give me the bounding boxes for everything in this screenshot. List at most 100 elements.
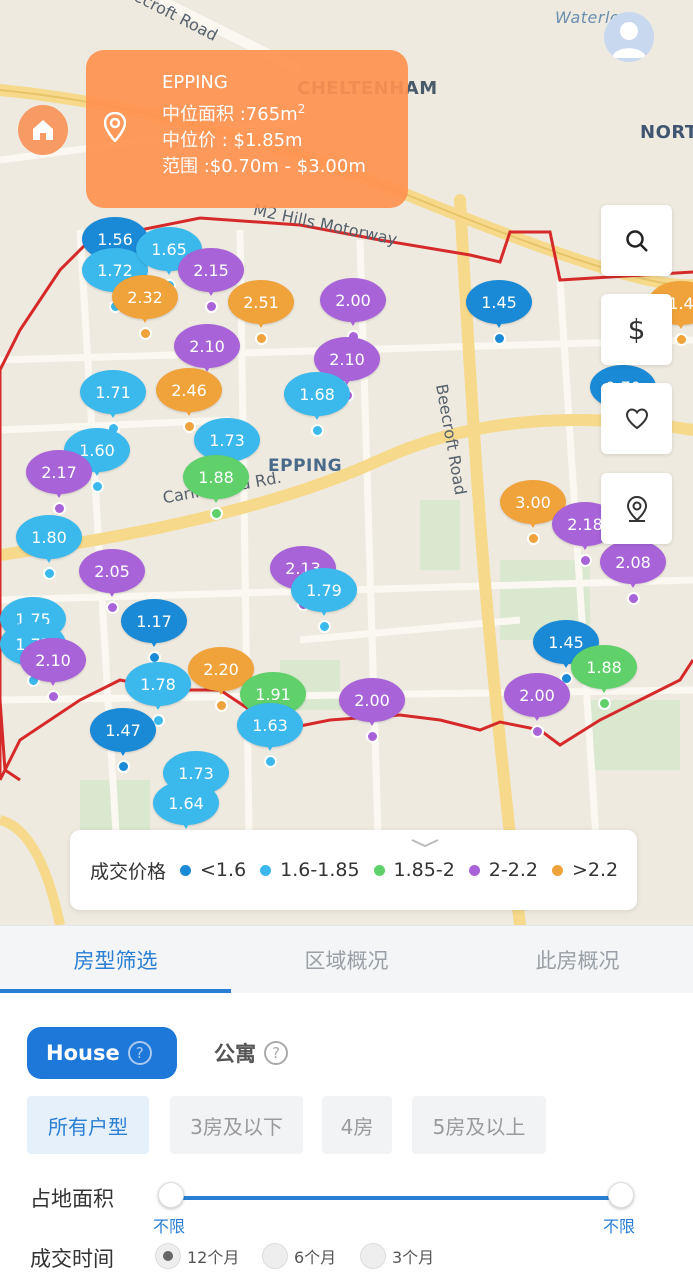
marker-dot (318, 620, 331, 633)
marker-tail (255, 318, 267, 328)
tab-room-filter[interactable]: 房型筛选 (0, 926, 231, 993)
price-marker[interactable]: 2.00 (504, 673, 570, 738)
avatar[interactable] (604, 12, 654, 62)
marker-tail (311, 410, 323, 420)
radio-label: 6个月 (294, 1248, 337, 1267)
help-icon[interactable]: ? (127, 1041, 152, 1065)
land-area-max-handle[interactable] (608, 1182, 634, 1208)
sold-time-label: 成交时间 (30, 1247, 114, 1271)
place-label: NORT (640, 122, 693, 143)
tab-area-overview[interactable]: 区域概况 (231, 926, 462, 993)
dollar-icon: $ (627, 313, 646, 346)
legend-items: <1.6 1.6-1.85 1.85-2 2-2.2 >2.2 (166, 859, 618, 881)
location-pin-icon (103, 111, 127, 150)
map-view[interactable]: ecroft Road M2 Hills Motorway Carlingfor… (0, 0, 693, 925)
legend-item: >2.2 (551, 859, 619, 881)
marker-tail (205, 286, 217, 296)
price-marker[interactable]: 2.00 (339, 678, 405, 743)
price-filter-button[interactable]: $ (601, 294, 672, 365)
search-button[interactable] (601, 205, 672, 276)
land-area-label: 占地面积 (30, 1187, 114, 1211)
sold-option-3m[interactable]: 3个月 (360, 1243, 434, 1269)
legend-label: >2.2 (571, 859, 619, 881)
home-icon (33, 120, 53, 140)
chevron-down-icon[interactable] (410, 838, 440, 848)
marker-dot (215, 699, 228, 712)
marker-tail (598, 683, 610, 693)
marker-dot (598, 697, 611, 710)
marker-tail (675, 319, 687, 329)
price-marker[interactable]: 1.68 (284, 372, 350, 437)
marker-dot (43, 567, 56, 580)
info-suburb: EPPING (162, 72, 228, 93)
land-area-slider[interactable] (170, 1196, 622, 1200)
marker-dot (366, 730, 379, 743)
marker-tail (527, 518, 539, 528)
price-marker[interactable]: 2.00 (320, 278, 386, 343)
marker-tail (210, 493, 222, 503)
suburb-info-card[interactable]: EPPING 中位面积 :765m2 中位价 : $1.85m 范围 :$0.7… (86, 50, 408, 208)
legend-label: <1.6 (200, 859, 247, 881)
user-icon (612, 22, 646, 58)
legend-swatch (260, 864, 272, 876)
room-option-4[interactable]: 4房 (322, 1096, 392, 1154)
marker-tail (347, 316, 359, 326)
price-marker[interactable]: 2.10 (20, 638, 86, 703)
help-icon[interactable]: ? (264, 1041, 288, 1065)
locate-button[interactable] (601, 473, 672, 544)
price-marker[interactable]: 1.45 (466, 280, 532, 345)
marker-tail (47, 676, 59, 686)
marker-dot (53, 502, 66, 515)
price-marker[interactable]: 1.79 (291, 568, 357, 633)
marker-tail (53, 488, 65, 498)
price-marker[interactable]: 1.88 (571, 645, 637, 710)
marker-dot (106, 601, 119, 614)
legend-swatch (551, 864, 563, 876)
legend-item: 1.6-1.85 (260, 859, 360, 881)
marker-tail (107, 408, 119, 418)
radio-label: 3个月 (392, 1248, 435, 1267)
home-button[interactable] (18, 105, 68, 155)
price-marker[interactable]: 2.32 (112, 275, 178, 340)
marker-tail (493, 318, 505, 328)
marker-tail (180, 819, 192, 829)
marker-tail (366, 716, 378, 726)
info-median-area: 中位面积 :765m2 (162, 102, 306, 125)
marker-tail (579, 540, 591, 550)
price-marker[interactable]: 1.80 (16, 515, 82, 580)
legend-title: 成交价格 (90, 860, 167, 883)
search-icon (625, 229, 648, 252)
sold-option-12m[interactable]: 12个月 (155, 1243, 239, 1269)
marker-dot (47, 690, 60, 703)
price-marker[interactable]: 1.63 (237, 703, 303, 768)
house-type-button[interactable]: House ? (27, 1027, 177, 1079)
radio-icon (360, 1243, 386, 1269)
apartment-type-button[interactable]: 公寓 ? (214, 1027, 288, 1079)
marker-tail (264, 741, 276, 751)
marker-tail (91, 466, 103, 476)
app-root: ecroft Road M2 Hills Motorway Carlingfor… (0, 0, 693, 1284)
price-marker[interactable]: 1.71 (80, 370, 146, 435)
marker-dot (139, 327, 152, 340)
price-marker[interactable]: 1.88 (183, 455, 249, 520)
room-option-5-plus[interactable]: 5房及以上 (412, 1096, 546, 1154)
marker-tail (183, 406, 195, 416)
marker-dot (311, 424, 324, 437)
price-marker[interactable]: 1.47 (90, 708, 156, 773)
room-option-all[interactable]: 所有户型 (27, 1096, 149, 1154)
sold-option-6m[interactable]: 6个月 (262, 1243, 336, 1269)
tab-property-overview[interactable]: 此房概况 (462, 926, 693, 993)
price-marker[interactable]: 2.08 (600, 540, 666, 605)
heart-icon (625, 407, 648, 429)
price-marker[interactable]: 2.17 (26, 450, 92, 515)
price-marker[interactable]: 1.17 (121, 599, 187, 664)
favorite-button[interactable] (601, 383, 672, 454)
marker-tail (148, 637, 160, 647)
marker-tail (531, 711, 543, 721)
legend-item: 1.85-2 (373, 859, 455, 881)
legend-item: <1.6 (180, 859, 246, 881)
marker-dot (493, 332, 506, 345)
land-area-min-handle[interactable] (158, 1182, 184, 1208)
marker-dot (264, 755, 277, 768)
room-option-3-or-less[interactable]: 3房及以下 (170, 1096, 303, 1154)
